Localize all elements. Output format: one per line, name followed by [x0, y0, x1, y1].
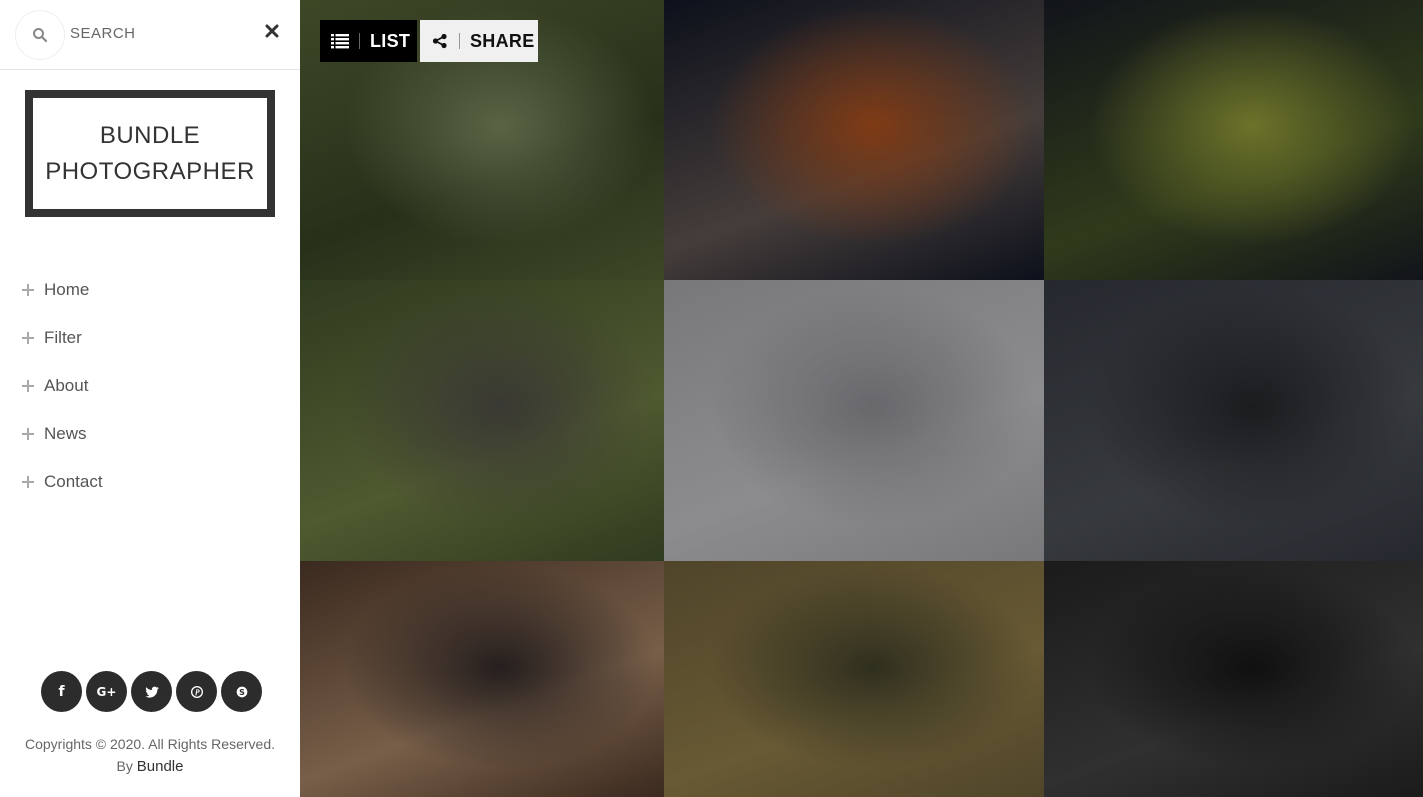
logo-line-2: PHOTOGRAPHER — [45, 157, 255, 185]
list-label: LIST — [370, 30, 411, 51]
lioness-zebra-photo[interactable] — [664, 561, 1044, 797]
search-button[interactable] — [15, 10, 65, 60]
twitter-button[interactable] — [131, 671, 172, 712]
photo-gallery — [300, 0, 1423, 797]
tile-overlay — [1044, 0, 1423, 280]
list-icon — [331, 33, 349, 49]
search-icon — [33, 28, 48, 43]
gannets-with-plant-photo[interactable] — [664, 280, 1044, 561]
mountain-night-sunset-photo[interactable] — [664, 0, 1044, 280]
skype-icon: S — [236, 686, 247, 697]
google-plus-button[interactable]: G+ — [86, 671, 127, 712]
man-bowing-to-horse-photo[interactable] — [1044, 561, 1423, 797]
skype-button[interactable]: S — [221, 671, 262, 712]
copyright: Copyrights © 2020. All Rights Reserved. … — [0, 733, 300, 778]
toolbar-divider — [359, 33, 360, 49]
credit-brand-link[interactable]: Bundle — [137, 758, 184, 775]
close-icon — [265, 24, 279, 38]
tile-overlay — [664, 561, 1044, 797]
nav-item-news[interactable]: News — [22, 410, 103, 458]
svg-text:S: S — [239, 688, 245, 697]
gallery-toolbar: LIST SHARE — [320, 20, 538, 62]
nav-item-label: Home — [44, 280, 90, 299]
search-bar — [0, 0, 300, 70]
sidebar: BUNDLE PHOTOGRAPHER Home Filter About Ne… — [0, 0, 300, 797]
nav-item-label: News — [44, 424, 87, 443]
close-sidebar-button[interactable] — [263, 22, 281, 40]
search-input[interactable] — [70, 20, 240, 46]
pinterest-button[interactable] — [176, 671, 217, 712]
credit-line: By Bundle — [0, 755, 300, 778]
spider-web-photo[interactable] — [1044, 0, 1423, 280]
social-links: f G+ S — [41, 671, 262, 712]
share-button[interactable]: SHARE — [420, 20, 538, 62]
share-label: SHARE — [470, 30, 535, 51]
nav-item-label: About — [44, 376, 89, 395]
facebook-icon: f — [58, 683, 65, 700]
tile-overlay — [664, 0, 1044, 280]
logo-line-1: BUNDLE — [99, 121, 201, 149]
google-plus-icon: G+ — [96, 684, 117, 699]
nav-item-about[interactable]: About — [22, 362, 103, 410]
boy-with-dog-sunset-photo[interactable] — [300, 561, 664, 797]
tile-overlay — [1044, 561, 1423, 797]
lego-stormtrooper-bike-photo[interactable] — [300, 280, 664, 561]
facebook-button[interactable]: f — [41, 671, 82, 712]
pier-with-umbrella-photo[interactable] — [1044, 280, 1423, 561]
main-nav: Home Filter About News Contact — [22, 266, 103, 506]
plus-icon — [22, 476, 34, 488]
plus-icon — [22, 332, 34, 344]
plus-icon — [22, 428, 34, 440]
nav-item-filter[interactable]: Filter — [22, 314, 103, 362]
tile-overlay — [300, 280, 664, 561]
twitter-icon — [144, 686, 159, 698]
list-view-button[interactable]: LIST — [320, 20, 417, 62]
plus-icon — [22, 284, 34, 296]
share-icon — [431, 33, 449, 49]
pinterest-icon — [190, 685, 203, 698]
tile-overlay — [1044, 280, 1423, 561]
copyright-text: Copyrights © 2020. All Rights Reserved. — [25, 736, 275, 752]
plus-icon — [22, 380, 34, 392]
nav-item-home[interactable]: Home — [22, 266, 103, 314]
tile-overlay — [664, 280, 1044, 561]
nav-item-label: Contact — [44, 472, 103, 491]
tile-overlay — [300, 561, 664, 797]
site-logo[interactable]: BUNDLE PHOTOGRAPHER — [25, 90, 275, 217]
credit-by: By — [116, 758, 133, 774]
nav-item-contact[interactable]: Contact — [22, 458, 103, 506]
toolbar-divider — [459, 33, 460, 49]
nav-item-label: Filter — [44, 328, 82, 347]
